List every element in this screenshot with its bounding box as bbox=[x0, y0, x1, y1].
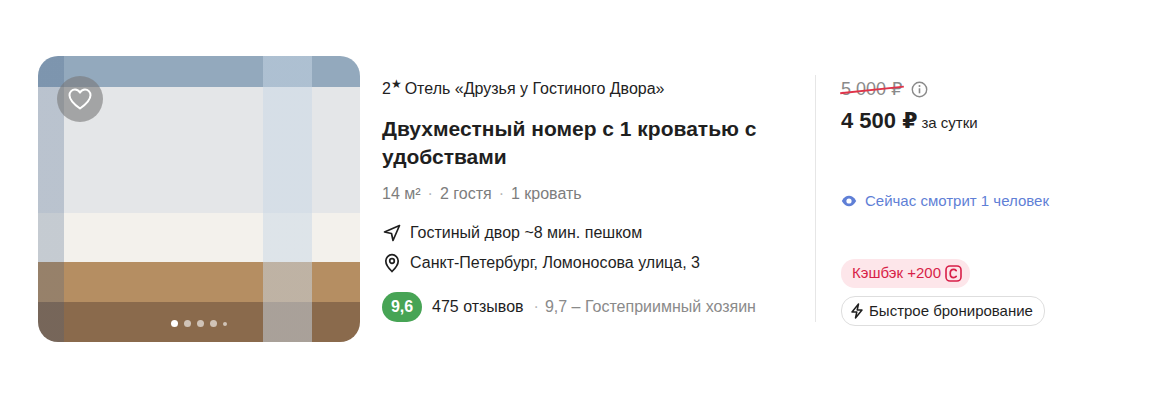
heart-icon bbox=[68, 88, 92, 110]
carousel-dot[interactable] bbox=[210, 320, 217, 327]
room-fact: 1 кровать bbox=[511, 185, 582, 202]
photo-dots bbox=[38, 320, 360, 327]
navigation-icon bbox=[382, 223, 402, 243]
viewers-text: Сейчас смотрит 1 человек bbox=[865, 190, 1049, 212]
distance-line: Гостиный двор ~8 мин. пешком bbox=[382, 221, 794, 245]
room-photo[interactable] bbox=[38, 56, 360, 342]
lightning-icon bbox=[850, 303, 864, 319]
fast-booking-badge: Быстрое бронирование bbox=[841, 296, 1045, 327]
cashback-badge: Кэшбэк +200 bbox=[841, 259, 970, 288]
rating-row: 9,6 475 отзывов · 9,7 – Гостеприимный хоз… bbox=[382, 292, 794, 322]
room-facts: 14 м² · 2 гостя · 1 кровать bbox=[382, 183, 794, 205]
rating-badge: 9,6 bbox=[382, 292, 422, 322]
price-period: за сутки bbox=[921, 114, 977, 131]
eye-icon bbox=[841, 195, 857, 207]
hotel-card[interactable]: 2★Отель «Друзья у Гостиного Двора» Двухм… bbox=[0, 0, 1160, 342]
star-icon: ★ bbox=[391, 77, 402, 91]
old-price: 5 000 ₽ bbox=[841, 78, 903, 100]
room-fact: 14 м² bbox=[382, 185, 421, 202]
current-price: 4 500 ₽ bbox=[841, 108, 917, 133]
address-line: Санкт-Петербург, Ломоносова улица, 3 bbox=[382, 251, 794, 275]
separator: · bbox=[499, 185, 504, 202]
carousel-dot[interactable] bbox=[184, 320, 191, 327]
room-fact: 2 гостя bbox=[440, 185, 492, 202]
price-line: 4 500 ₽за сутки bbox=[841, 107, 978, 137]
favorite-button[interactable] bbox=[57, 76, 103, 122]
coin-icon bbox=[945, 265, 962, 282]
carousel-dot[interactable] bbox=[197, 320, 204, 327]
distance: Гостиный двор ~8 мин. пешком bbox=[410, 221, 642, 245]
hotel-name-line: 2★Отель «Друзья у Гостиного Двора» bbox=[382, 78, 794, 101]
old-price-line: 5 000 ₽ bbox=[841, 78, 928, 100]
address: Санкт-Петербург, Ломоносова улица, 3 bbox=[410, 251, 700, 275]
reviews-count[interactable]: 475 отзывов bbox=[432, 295, 524, 319]
viewers-line: Сейчас смотрит 1 человек bbox=[841, 190, 1049, 212]
separator: · bbox=[428, 185, 433, 202]
divider bbox=[815, 75, 816, 322]
carousel-dot[interactable] bbox=[171, 320, 178, 327]
pin-icon bbox=[382, 253, 402, 273]
carousel-dot[interactable] bbox=[223, 322, 227, 326]
hotel-name[interactable]: Отель «Друзья у Гостиного Двора» bbox=[405, 80, 665, 97]
room-title[interactable]: Двухместный номер с 1 кроватью с удобств… bbox=[382, 115, 794, 171]
fast-booking-text: Быстрое бронирование bbox=[869, 300, 1033, 323]
separator: · bbox=[534, 298, 539, 315]
info-icon[interactable] bbox=[911, 81, 928, 98]
cashback-text: Кэшбэк +200 bbox=[852, 262, 941, 285]
star-count: 2 bbox=[382, 80, 391, 97]
rating-highlight: 9,7 – Гостеприимный хозяин bbox=[545, 298, 756, 315]
